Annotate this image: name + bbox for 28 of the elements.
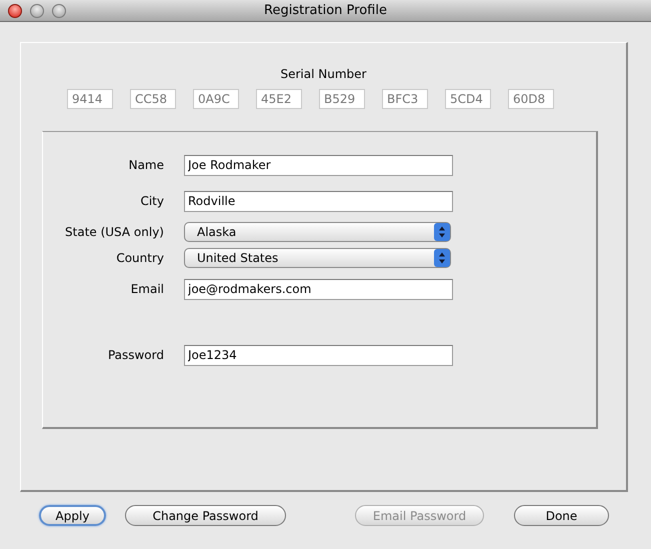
- serial-field: 9414: [67, 89, 113, 109]
- serial-field: 60D8: [508, 89, 554, 109]
- field-label: Password: [106, 348, 164, 362]
- field-label: Email: [130, 282, 164, 296]
- serial-field: 45E2: [256, 89, 302, 109]
- serial-field: BFC3: [382, 89, 428, 109]
- serial-field: 0A9C: [193, 89, 239, 109]
- text-field[interactable]: joe@rodmakers.com: [184, 278, 453, 300]
- close-button[interactable]: [8, 4, 22, 18]
- zoom-button[interactable]: [52, 4, 66, 18]
- serial-field: B529: [319, 89, 365, 109]
- serial-field: CC58: [130, 89, 176, 109]
- push-button[interactable]: Change Password: [125, 505, 286, 526]
- serial-number-label: Serial Number: [280, 67, 366, 81]
- field-label: City: [139, 194, 164, 208]
- popup-menu[interactable]: Alaska: [184, 222, 451, 242]
- field-label: State (USA only): [64, 225, 164, 239]
- stepper-arrows-icon: [434, 223, 450, 241]
- push-button[interactable]: Apply: [39, 505, 106, 526]
- window-title: Registration Profile: [264, 3, 387, 18]
- minimize-button[interactable]: [30, 4, 44, 18]
- push-button[interactable]: Done: [514, 505, 609, 526]
- serial-field: 5CD4: [445, 89, 491, 109]
- field-label: Name: [128, 158, 164, 172]
- popup-menu[interactable]: United States: [184, 248, 451, 268]
- field-label: Country: [115, 251, 164, 265]
- text-field[interactable]: Rodville: [184, 190, 453, 212]
- stepper-arrows-icon: [434, 249, 450, 267]
